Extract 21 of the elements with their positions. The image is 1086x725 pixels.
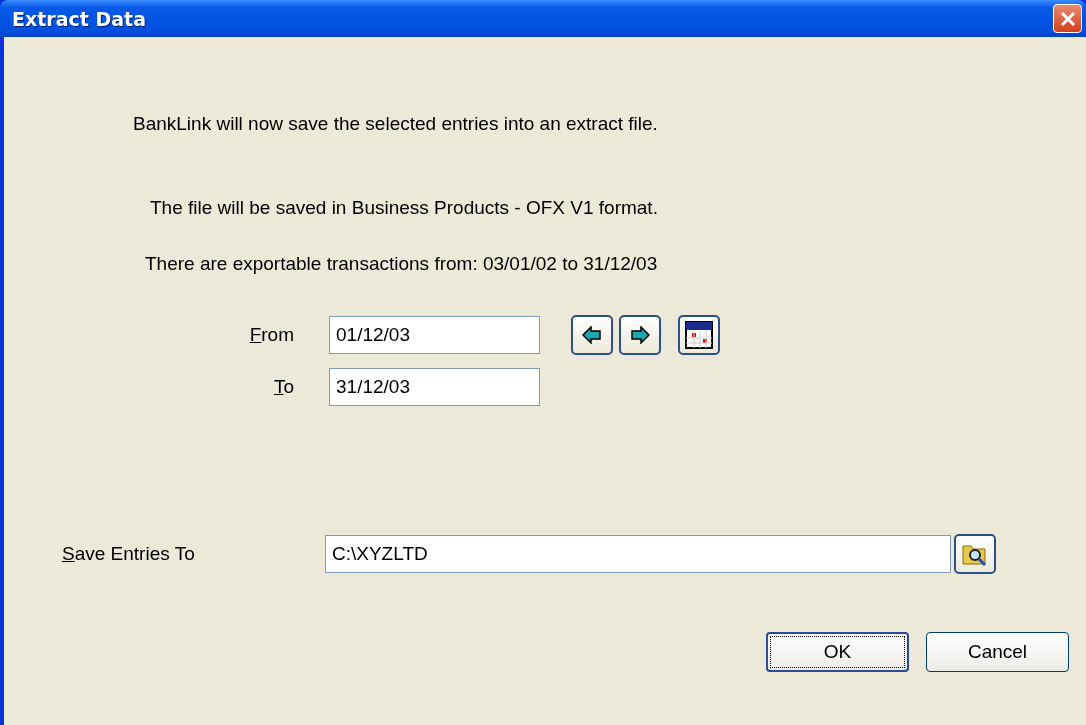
cancel-button[interactable]: Cancel [926, 632, 1069, 672]
ok-button[interactable]: OK [766, 632, 909, 672]
to-date-field[interactable]: 31/12/03 [329, 368, 540, 406]
from-date-field[interactable]: 01/12/03 [329, 316, 540, 354]
close-button[interactable] [1053, 4, 1082, 33]
format-text: The file will be saved in Business Products - OFX V1 format. [150, 197, 659, 219]
calendar-button[interactable] [678, 315, 720, 355]
to-label: To [272, 376, 294, 398]
save-path-field[interactable]: C:\XYZLTD [325, 535, 951, 573]
range-text: There are exportable transactions from: 03/01/02 to 31/12/03 [145, 253, 659, 275]
left-arrow-icon [582, 326, 602, 344]
right-arrow-icon [630, 326, 650, 344]
next-button[interactable] [619, 315, 661, 355]
calendar-icon [685, 321, 713, 349]
from-label: From [248, 324, 294, 346]
intro-text: BankLink will now save the selected entries into an extract file. [133, 113, 659, 135]
browse-button[interactable] [954, 534, 996, 574]
close-icon [1058, 9, 1077, 28]
previous-button[interactable] [571, 315, 613, 355]
save-entries-label: Save Entries To [62, 543, 196, 565]
window-title: Extract Data [12, 7, 146, 30]
